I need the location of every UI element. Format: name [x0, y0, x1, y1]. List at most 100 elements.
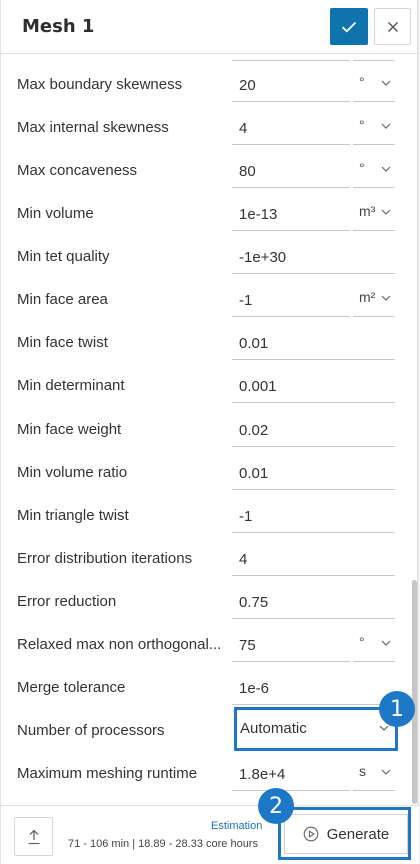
- row-error-reduction: Error reduction 0.75: [1, 581, 411, 624]
- value-input[interactable]: 20: [232, 68, 350, 102]
- estimation-link[interactable]: Estimation: [211, 820, 262, 832]
- value-input[interactable]: 75: [232, 628, 350, 662]
- unit-text: °: [359, 74, 365, 90]
- row-min-volume-ratio: Min volume ratio 0.01: [1, 452, 411, 495]
- value-input[interactable]: 4: [232, 542, 395, 576]
- chevron-down-icon: [381, 123, 391, 129]
- row-label: Min determinant: [17, 377, 125, 394]
- unit-select[interactable]: m²: [353, 283, 395, 317]
- value-input[interactable]: -1e+30: [232, 240, 395, 274]
- value-text: 0.01: [239, 465, 269, 482]
- unit-text: m²: [359, 289, 376, 305]
- row-min-determinant: Min determinant 0.001: [1, 365, 411, 408]
- row-label: Max boundary skewness: [17, 76, 183, 93]
- check-icon: [341, 21, 357, 33]
- row-label: Max concaveness: [17, 162, 138, 179]
- value-input[interactable]: -1: [232, 283, 350, 317]
- row-min-volume: Min volume 1e-13 m³: [1, 193, 411, 236]
- value-text: 1e-13: [239, 206, 278, 223]
- value-input[interactable]: 0.75: [232, 585, 395, 619]
- step-badge-1: 1: [379, 691, 415, 727]
- value-text: 4: [239, 551, 248, 568]
- value-input[interactable]: 0.01: [232, 456, 395, 490]
- unit-text: s: [359, 763, 366, 779]
- unit-select[interactable]: °: [353, 111, 395, 145]
- panel-header: Mesh 1: [1, 0, 419, 54]
- value-input[interactable]: -1: [232, 499, 395, 533]
- row-relaxed-max-non-orthogonality: Relaxed max non orthogonal... 75 °: [1, 624, 411, 667]
- unit-text: °: [359, 634, 365, 650]
- row-label: Maximum meshing runtime: [17, 765, 198, 782]
- unit-text: °: [359, 160, 365, 176]
- value-text: 20: [239, 77, 256, 94]
- value-text: 0.75: [239, 594, 269, 611]
- settings-list[interactable]: Max boundary skewness 20 ° Max internal …: [1, 55, 419, 804]
- row-maximum-meshing-runtime: Maximum meshing runtime 1.8e+4 s: [1, 753, 411, 796]
- row-error-distribution-iterations: Error distribution iterations 4: [1, 538, 411, 581]
- value-text: -1: [239, 292, 253, 309]
- row-label: Error reduction: [17, 593, 117, 610]
- chevron-down-icon: [381, 769, 391, 775]
- row-label: Error distribution iterations: [17, 550, 193, 567]
- value-input[interactable]: 4: [232, 111, 350, 145]
- row-max-internal-skewness: Max internal skewness 4 °: [1, 107, 411, 150]
- close-button[interactable]: [374, 8, 411, 45]
- row-label: Number of processors: [17, 722, 165, 739]
- value-input[interactable]: 1e-6: [232, 671, 395, 705]
- unit-text: °: [359, 117, 365, 133]
- confirm-button[interactable]: [330, 8, 368, 45]
- unit-select[interactable]: °: [353, 154, 395, 188]
- value-input[interactable]: 1e-13: [232, 197, 350, 231]
- value-text: 1.8e+4: [239, 766, 286, 783]
- row-label: Relaxed max non orthogonal...: [17, 636, 222, 653]
- processors-select[interactable]: Automatic: [234, 707, 398, 751]
- row-label: Min volume: [17, 205, 94, 222]
- step-badge-2: 2: [258, 788, 294, 824]
- value-input[interactable]: 1.8e+4: [232, 757, 350, 791]
- value-text: -1: [239, 508, 253, 525]
- unit-select[interactable]: °: [353, 628, 395, 662]
- estimation-text: 71 - 106 min | 18.89 - 28.33 core hours: [68, 838, 258, 850]
- row-label: Max internal skewness: [17, 119, 169, 136]
- unit-select[interactable]: °: [353, 68, 395, 102]
- generate-button[interactable]: Generate: [284, 814, 408, 854]
- mesh-panel: Mesh 1 Max boundary skewness 20 ° Max in…: [0, 0, 419, 864]
- chevron-down-icon: [381, 166, 391, 172]
- row-min-face-area: Min face area -1 m²: [1, 279, 411, 322]
- value-text: 4: [239, 120, 248, 137]
- chevron-down-icon: [379, 725, 389, 731]
- upload-icon: [28, 829, 39, 844]
- value-input[interactable]: 0.01: [232, 326, 395, 360]
- close-icon: [387, 21, 398, 32]
- chevron-down-icon: [381, 209, 391, 215]
- value-text: 0.001: [239, 378, 277, 395]
- value-text: 75: [239, 637, 256, 654]
- generate-label: Generate: [326, 825, 390, 843]
- unit-select[interactable]: s: [353, 757, 395, 791]
- row-label: Min volume ratio: [17, 464, 128, 481]
- unit-text: m³: [359, 203, 376, 219]
- prev-field-edge: [232, 55, 350, 61]
- row-min-face-weight: Min face weight 0.02: [1, 409, 411, 452]
- prev-unit-edge: [353, 55, 395, 61]
- row-min-face-twist: Min face twist 0.01: [1, 322, 411, 365]
- row-label: Min face twist: [17, 334, 108, 351]
- row-max-boundary-skewness: Max boundary skewness 20 °: [1, 64, 411, 107]
- processors-value: Automatic: [240, 720, 307, 737]
- row-label: Min tet quality: [17, 248, 110, 265]
- value-input[interactable]: 80: [232, 154, 350, 188]
- value-text: 0.01: [239, 335, 269, 352]
- panel-title: Mesh 1: [22, 16, 95, 37]
- row-max-concaveness: Max concaveness 80 °: [1, 150, 411, 193]
- value-input[interactable]: 0.001: [232, 369, 395, 403]
- unit-select[interactable]: m³: [353, 197, 395, 231]
- scrollbar-thumb[interactable]: [412, 580, 417, 804]
- upload-button[interactable]: [14, 817, 53, 856]
- row-merge-tolerance: Merge tolerance 1e-6: [1, 667, 411, 710]
- row-label: Merge tolerance: [17, 679, 126, 696]
- value-text: 1e-6: [239, 680, 270, 697]
- row-label: Min triangle twist: [17, 507, 129, 524]
- value-input[interactable]: 0.02: [232, 413, 395, 447]
- row-min-triangle-twist: Min triangle twist -1: [1, 495, 411, 538]
- row-min-tet-quality: Min tet quality -1e+30: [1, 236, 411, 279]
